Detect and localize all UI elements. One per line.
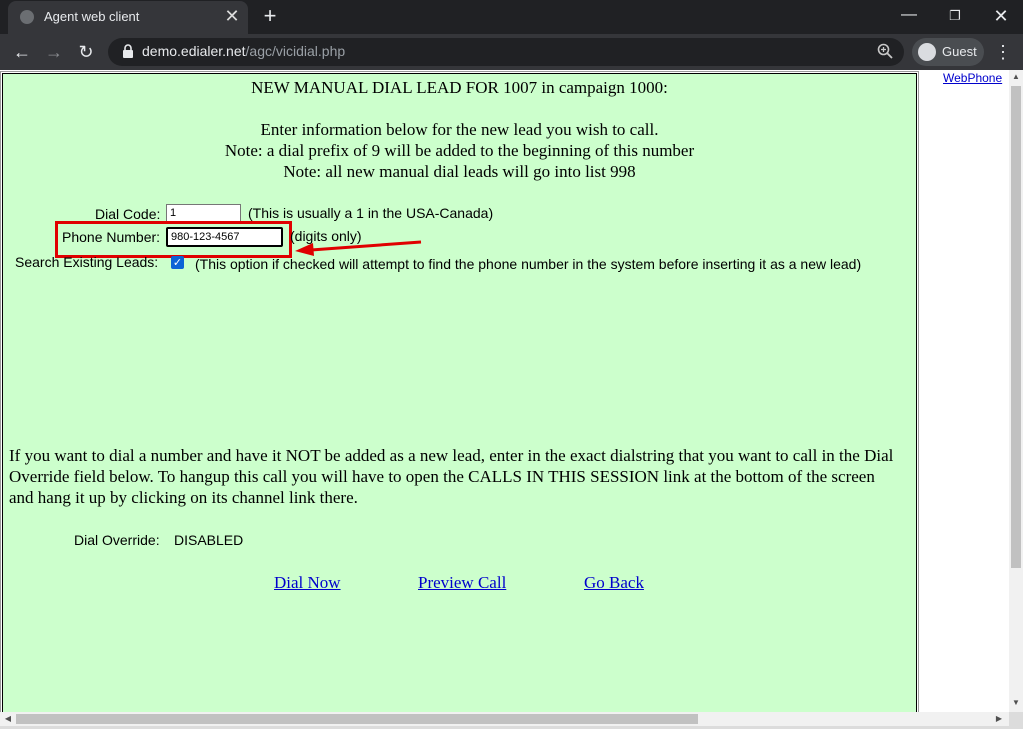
search-existing-hint: (This option if checked will attempt to … xyxy=(195,256,862,272)
address-bar[interactable]: demo.edialer.net/agc/vicidial.php xyxy=(108,38,904,66)
globe-icon xyxy=(20,10,34,24)
scroll-up-icon[interactable]: ▲ xyxy=(1011,72,1021,82)
horizontal-scroll-thumb[interactable] xyxy=(16,714,698,724)
url-text: demo.edialer.net/agc/vicidial.php xyxy=(142,43,345,59)
phone-number-input[interactable]: 980-123-4567 xyxy=(166,227,283,247)
horizontal-scrollbar[interactable]: ◀ ▶ xyxy=(0,712,1009,726)
arrow-left-icon[interactable]: ← xyxy=(10,40,34,64)
minimize-icon[interactable]: — xyxy=(896,4,922,28)
instruction-line: Note: a dial prefix of 9 will be added t… xyxy=(224,141,695,160)
preview-call-link[interactable]: Preview Call xyxy=(418,573,506,593)
plus-icon[interactable]: + xyxy=(258,4,282,28)
phone-number-label: Phone Number: xyxy=(62,229,161,245)
profile-button[interactable]: Guest xyxy=(912,38,984,66)
webphone-link[interactable]: WebPhone xyxy=(943,71,1002,85)
window-close-icon[interactable]: ✕ xyxy=(988,4,1014,28)
search-existing-label: Search Existing Leads: xyxy=(15,254,159,270)
search-existing-checkbox[interactable]: ✓ xyxy=(171,256,184,269)
tab-title: Agent web client xyxy=(44,9,140,24)
avatar-icon xyxy=(918,43,936,61)
browser-tab[interactable]: Agent web client ✕ xyxy=(8,1,248,34)
close-icon[interactable]: ✕ xyxy=(222,5,242,27)
scrollbar-corner xyxy=(1009,712,1023,726)
vertical-scroll-thumb[interactable] xyxy=(1011,86,1021,568)
scroll-down-icon[interactable]: ▼ xyxy=(1011,698,1021,708)
dial-override-label: Dial Override: xyxy=(74,532,160,548)
lock-icon[interactable] xyxy=(122,44,134,58)
profile-label: Guest xyxy=(942,44,977,59)
annotation-arrow xyxy=(295,240,422,256)
instruction-line: Note: all new manual dial leads will go … xyxy=(283,162,636,181)
manual-dial-panel: NEW MANUAL DIAL LEAD FOR 1007 in campaig… xyxy=(0,71,919,712)
override-instructions: If you want to dial a number and have it… xyxy=(9,446,894,507)
tab-strip: Agent web client ✕ + — ❐ ✕ xyxy=(0,0,1023,34)
page-title: NEW MANUAL DIAL LEAD FOR 1007 in campaig… xyxy=(251,78,668,97)
reload-icon[interactable]: ↻ xyxy=(74,40,98,64)
dial-code-label: Dial Code: xyxy=(95,206,161,222)
instruction-line: Enter information below for the new lead… xyxy=(260,120,659,139)
kebab-menu-icon[interactable]: ⋮ xyxy=(994,42,1012,64)
url-host: demo.edialer.net xyxy=(142,43,246,59)
page-viewport: NEW MANUAL DIAL LEAD FOR 1007 in campaig… xyxy=(0,70,1009,712)
zoom-icon[interactable] xyxy=(876,42,894,60)
restore-icon[interactable]: ❐ xyxy=(942,4,968,28)
arrow-right-icon[interactable]: → xyxy=(42,40,66,64)
scroll-right-icon[interactable]: ▶ xyxy=(994,714,1004,724)
browser-toolbar: ← → ↻ demo.edialer.net/agc/vicidial.php … xyxy=(0,34,1023,70)
go-back-link[interactable]: Go Back xyxy=(584,573,644,593)
dial-now-link[interactable]: Dial Now xyxy=(274,573,341,593)
scroll-left-icon[interactable]: ◀ xyxy=(3,714,13,724)
dial-override-value: DISABLED xyxy=(174,532,244,548)
vertical-scrollbar[interactable]: ▲ ▼ xyxy=(1009,70,1023,712)
dial-code-input[interactable]: 1 xyxy=(166,204,241,222)
url-path: /agc/vicidial.php xyxy=(245,43,346,59)
dial-code-hint: (This is usually a 1 in the USA-Canada) xyxy=(248,205,494,221)
